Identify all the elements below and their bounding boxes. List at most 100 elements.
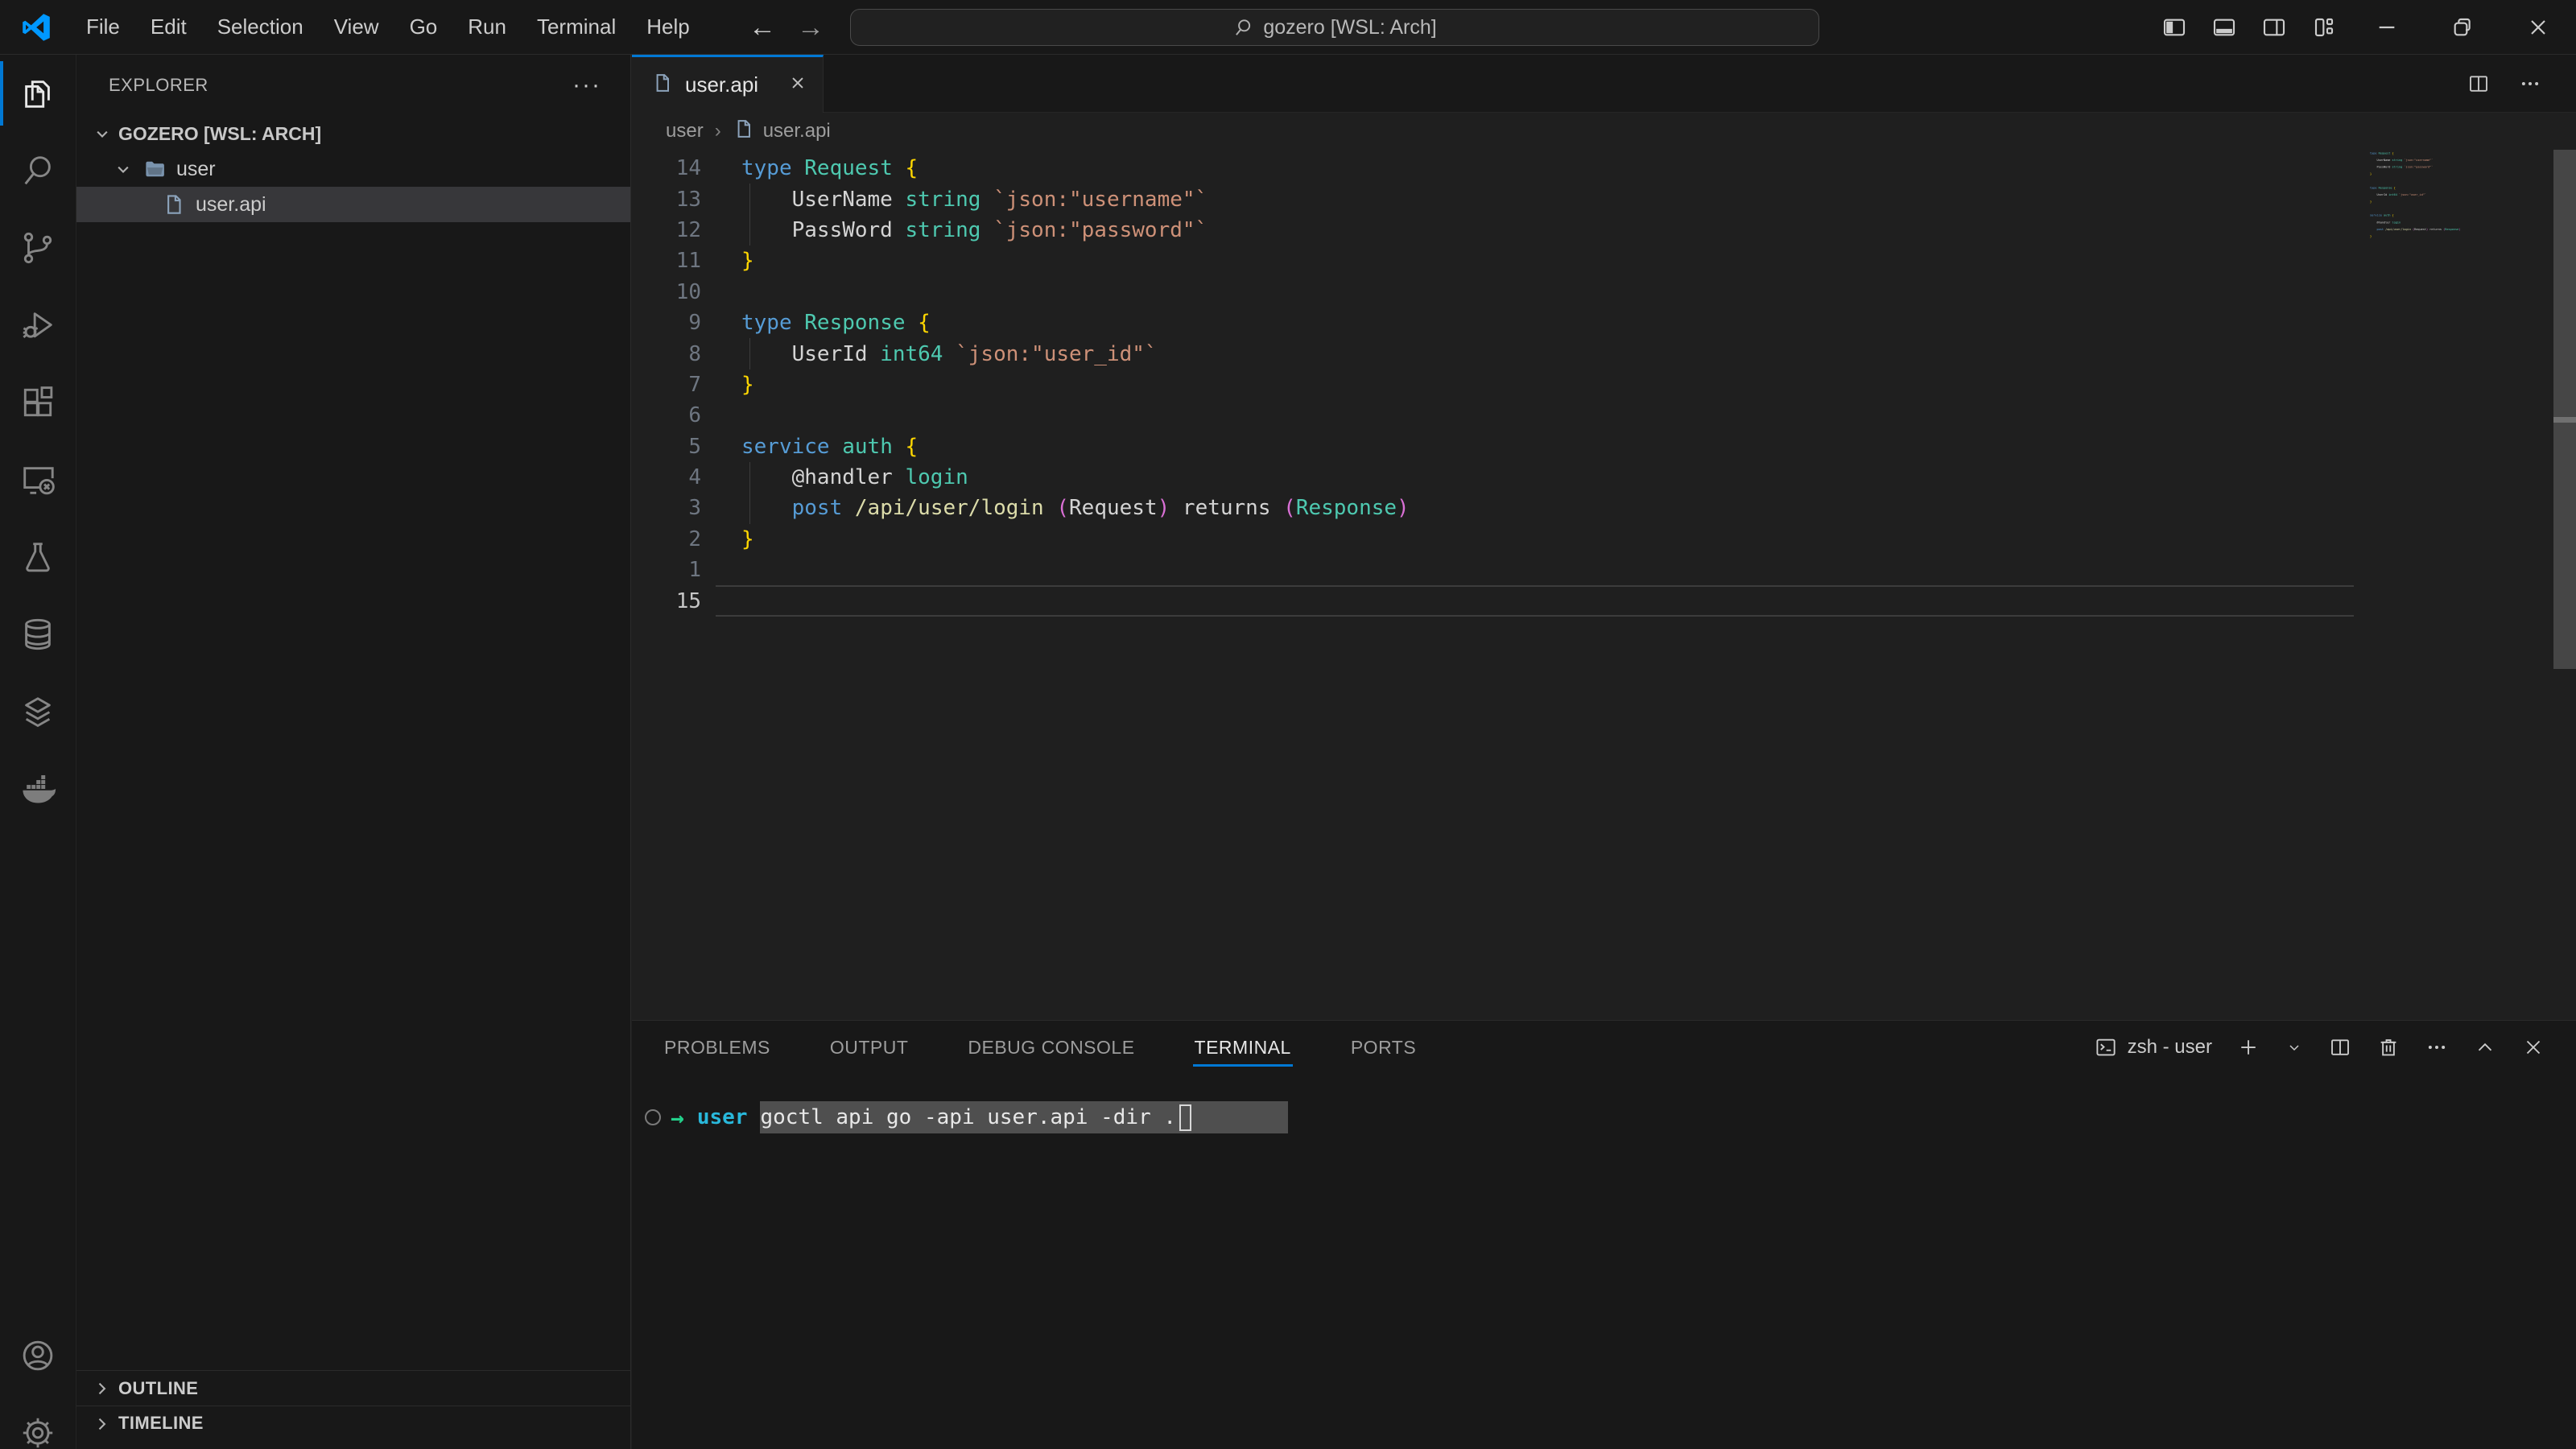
file-icon [651,72,674,98]
back-arrow[interactable]: ← [749,12,776,43]
explorer-root-folder[interactable]: GOZERO [WSL: ARCH] [76,116,630,151]
line-number[interactable]: 4 [632,465,704,489]
panel-tab-terminal[interactable]: TERMINAL [1195,1021,1291,1074]
tree-item-user-api[interactable]: user.api [76,187,630,222]
code-line-9[interactable]: 9type Response { [632,308,2359,338]
line-number[interactable]: 7 [632,373,704,397]
panel-tab-output[interactable]: OUTPUT [830,1021,909,1074]
code-editor[interactable]: 14type Request {13 UserName string `json… [632,150,2576,1020]
restore-icon[interactable] [2425,0,2500,55]
code-line-4[interactable]: 4 @handler login [632,462,2359,493]
customize-layout-icon[interactable] [2299,0,2349,55]
line-number[interactable]: 3 [632,496,704,520]
code-line-3[interactable]: 3 post /api/user/login (Request) returns… [632,493,2359,523]
close-panel-icon[interactable] [2521,1035,2545,1059]
code-line-11[interactable]: 11} [632,246,2359,276]
split-terminal-icon[interactable] [2328,1035,2352,1059]
toggle-panel-icon[interactable] [2199,0,2249,55]
testing-icon[interactable] [0,518,76,596]
menu-file[interactable]: File [71,6,135,47]
line-number[interactable]: 5 [632,435,704,459]
toggle-sidebar-icon[interactable] [2149,0,2199,55]
code-line-10[interactable]: 10 [632,277,2359,308]
menu-run[interactable]: Run [452,6,522,47]
close-window-icon[interactable] [2500,0,2576,55]
tab-close-icon[interactable] [787,72,808,97]
line-number[interactable]: 10 [632,280,704,304]
code-line-2[interactable]: 2} [632,524,2359,555]
remote-explorer-icon[interactable] [0,441,76,518]
explorer-more-actions-icon[interactable]: ··· [572,81,601,89]
new-terminal-icon[interactable] [2236,1035,2260,1059]
forward-arrow[interactable]: → [797,12,824,43]
maximize-panel-icon[interactable] [2473,1035,2497,1059]
current-line-highlight [716,585,2354,616]
database-icon[interactable] [0,596,76,673]
line-number[interactable]: 1 [632,558,704,582]
menu-edit[interactable]: Edit [135,6,202,47]
line-number[interactable]: 6 [632,403,704,427]
tab-user-api[interactable]: user.api [632,55,824,113]
split-editor-icon[interactable] [2467,72,2491,96]
code-text: type Request { [741,156,918,180]
code-line-15[interactable]: 15 [632,585,2359,616]
menu-help[interactable]: Help [631,6,704,47]
launch-profile-chevron-icon[interactable] [2285,1038,2304,1057]
breadcrumb-folder[interactable]: user [666,120,704,142]
explorer-icon[interactable] [0,55,76,132]
search-icon [1232,17,1253,38]
run-debug-icon[interactable] [0,287,76,364]
panel-tab-problems[interactable]: PROBLEMS [664,1021,770,1074]
outline-section[interactable]: OUTLINE [76,1370,630,1406]
file-tree: useruser.api [76,151,630,222]
toggle-secondary-sidebar-icon[interactable] [2249,0,2299,55]
timeline-section[interactable]: TIMELINE [76,1406,630,1449]
sidebar-title: EXPLORER [109,75,208,96]
code-text: UserId int64 `json:"user_id"` [741,342,1158,366]
code-line-13[interactable]: 13 UserName string `json:"username"` [632,184,2359,214]
line-number[interactable]: 9 [632,311,704,335]
breadcrumb[interactable]: user › user.api [632,113,2576,150]
search-icon[interactable] [0,132,76,209]
panel-more-actions-icon[interactable] [2425,1035,2449,1059]
tree-item-user[interactable]: user [76,151,630,187]
docker-icon[interactable] [0,750,76,828]
scrollbar-thumb[interactable] [2553,150,2576,669]
editor-more-actions-icon[interactable] [2518,72,2542,96]
line-number[interactable]: 12 [632,218,704,242]
menu-terminal[interactable]: Terminal [522,6,631,47]
line-number[interactable]: 13 [632,188,704,212]
code-line-8[interactable]: 8 UserId int64 `json:"user_id"` [632,338,2359,369]
code-line-7[interactable]: 7} [632,369,2359,400]
source-control-icon[interactable] [0,209,76,287]
extensions-icon[interactable] [0,364,76,441]
code-line-1[interactable]: 1 [632,555,2359,585]
menu-view[interactable]: View [319,6,394,47]
menu-go[interactable]: Go [394,6,453,47]
line-number[interactable]: 14 [632,156,704,180]
code-line-5[interactable]: 5service auth { [632,431,2359,462]
line-number[interactable]: 8 [632,342,704,366]
panel-header: PROBLEMS OUTPUT DEBUG CONSOLE TERMINAL PORTS… [632,1021,2576,1074]
menu-selection[interactable]: Selection [202,6,319,47]
layers-icon[interactable] [0,673,76,750]
kill-terminal-icon[interactable] [2376,1035,2401,1059]
line-number[interactable]: 2 [632,527,704,551]
minimap[interactable]: type Request { UserName string `json:"us… [2363,150,2553,1020]
code-line-14[interactable]: 14 type Request { [632,153,2359,184]
settings-gear-icon[interactable] [0,1394,76,1449]
code-line-12[interactable]: 12 PassWord string `json:"password"` [632,215,2359,246]
line-number[interactable]: 11 [632,249,704,273]
breadcrumb-file[interactable]: user.api [763,120,831,142]
minimize-icon[interactable] [2349,0,2425,55]
command-decoration-icon[interactable] [645,1109,661,1125]
terminal-instance[interactable]: zsh - user [2094,1035,2212,1059]
terminal-viewport[interactable]: → user goctl api go -api user.api -dir . [632,1074,2576,1135]
code-line-6[interactable]: 6 [632,400,2359,431]
panel-tab-ports[interactable]: PORTS [1351,1021,1416,1074]
editor-scrollbar[interactable] [2553,150,2576,1020]
command-center-search[interactable]: gozero [WSL: Arch] [850,9,1819,46]
account-icon[interactable] [0,1317,76,1394]
panel-tab-debug-console[interactable]: DEBUG CONSOLE [968,1021,1134,1074]
line-number[interactable]: 15 [632,589,704,613]
